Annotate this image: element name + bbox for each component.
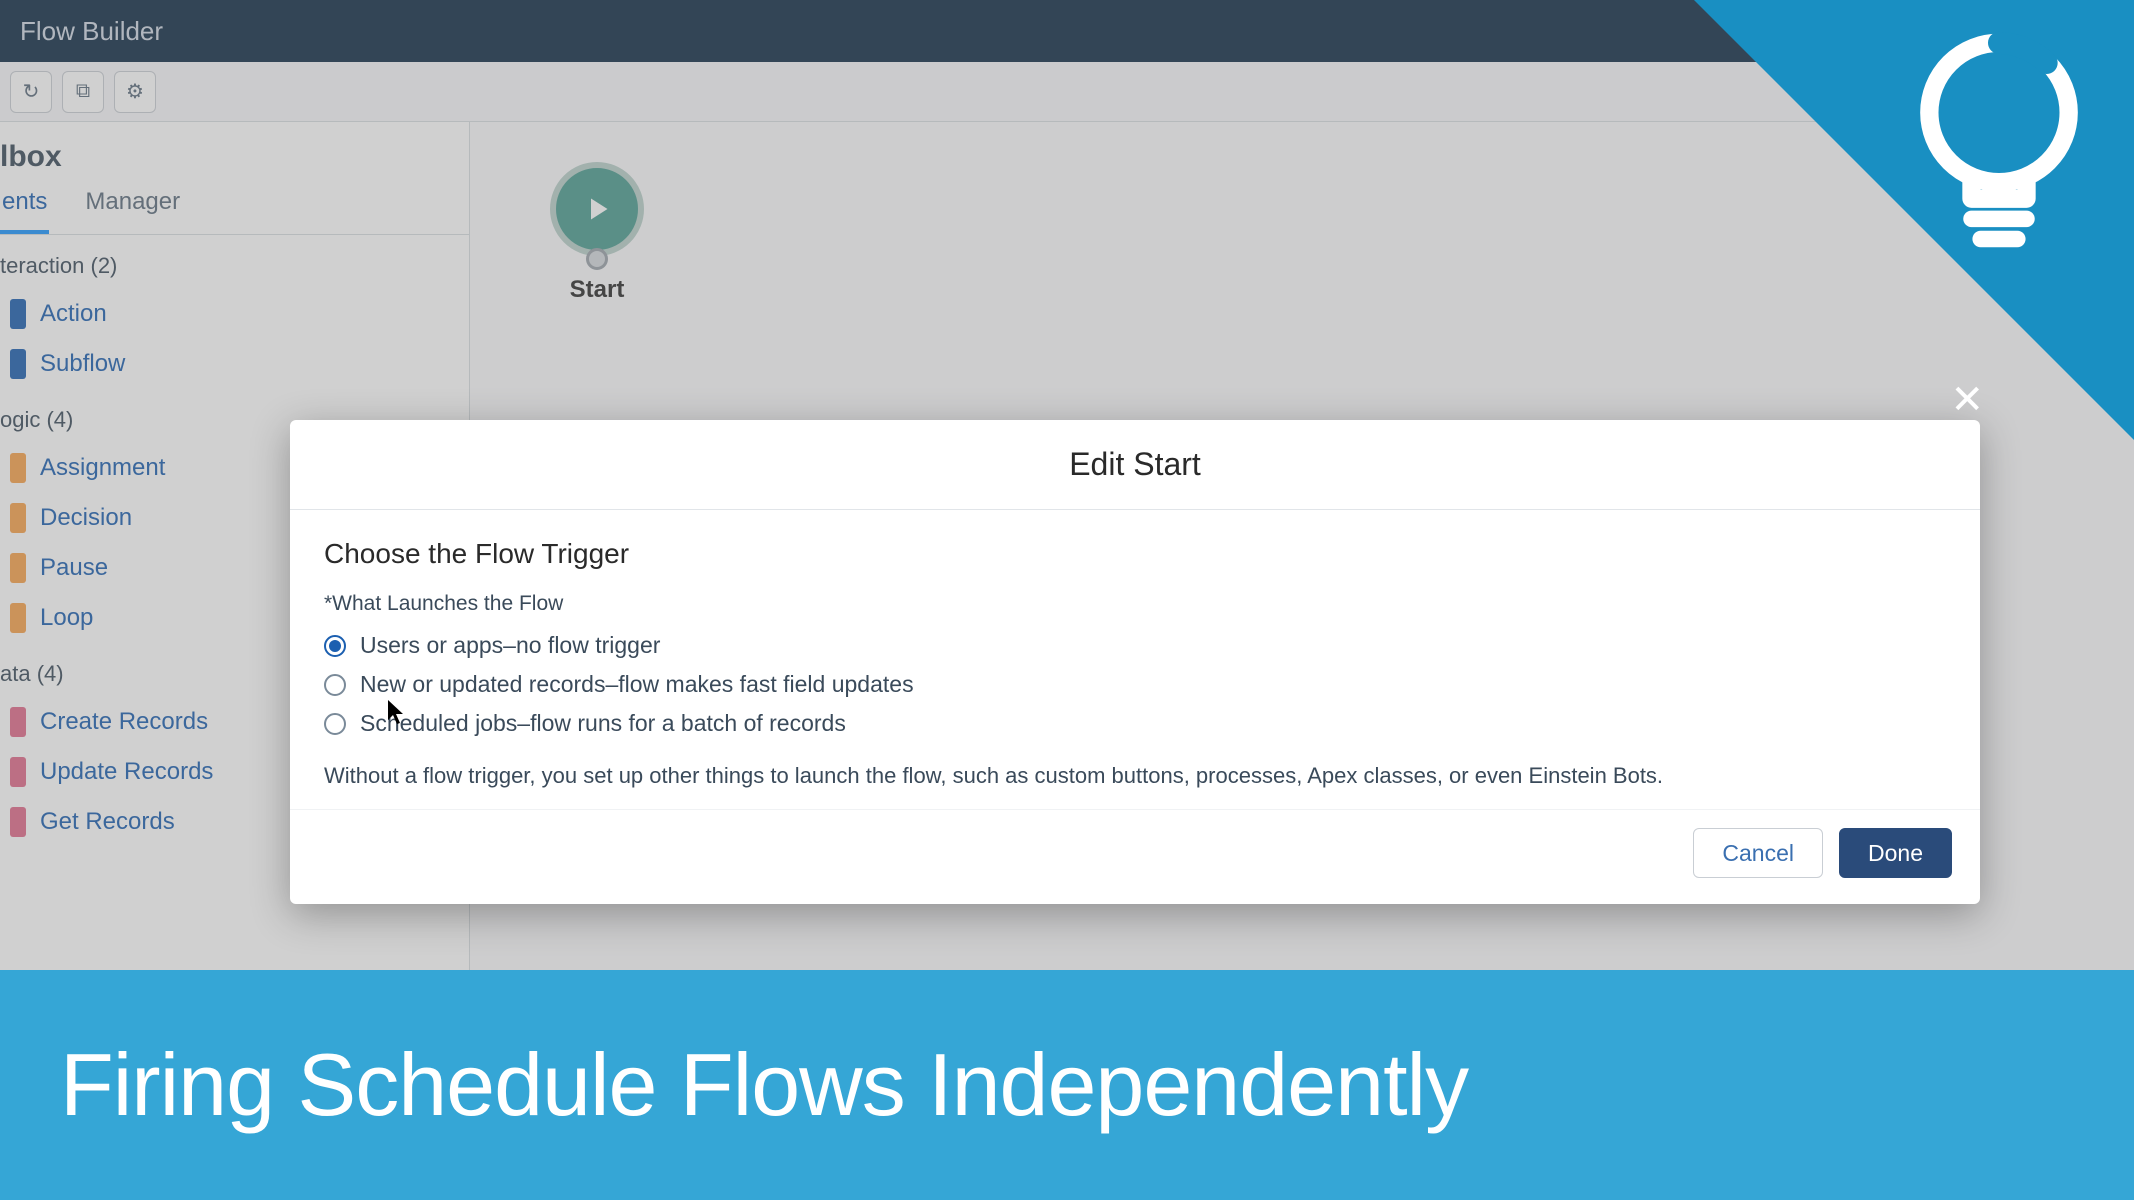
get-records-icon: [10, 807, 26, 837]
edit-start-modal-wrap: ✕ Edit Start Choose the Flow Trigger *Wh…: [290, 420, 1980, 904]
copy-button[interactable]: ⧉: [62, 71, 104, 113]
loop-icon: [10, 603, 26, 633]
cancel-button[interactable]: Cancel: [1693, 828, 1823, 878]
modal-footer: Cancel Done: [290, 809, 1980, 904]
redo-button[interactable]: ↻: [10, 71, 52, 113]
edit-start-modal: Edit Start Choose the Flow Trigger *What…: [290, 420, 1980, 904]
subflow-icon: [10, 349, 26, 379]
update-records-icon: [10, 757, 26, 787]
toolbox-tabs: ents Manager: [0, 188, 469, 235]
modal-title: Edit Start: [290, 446, 1980, 483]
radio-option-users-apps[interactable]: Users or apps–no flow trigger: [324, 626, 1946, 665]
radio-label: Users or apps–no flow trigger: [360, 632, 660, 659]
radio-option-scheduled-jobs[interactable]: Scheduled jobs–flow runs for a batch of …: [324, 704, 1946, 743]
tab-manager[interactable]: Manager: [83, 188, 182, 234]
radio-icon: [324, 674, 346, 696]
pause-icon: [10, 553, 26, 583]
start-node[interactable]: Start: [550, 162, 644, 304]
radio-option-new-updated-records[interactable]: New or updated records–flow makes fast f…: [324, 665, 1946, 704]
start-node-label: Start: [550, 276, 644, 304]
settings-button[interactable]: ⚙: [114, 71, 156, 113]
app-title: Flow Builder: [20, 16, 163, 47]
toolbox-heading: lbox: [0, 122, 469, 188]
mouse-cursor-icon: [388, 700, 408, 732]
help-text: Without a flow trigger, you set up other…: [324, 763, 1946, 789]
banner-title: Firing Schedule Flows Independently: [60, 1034, 1468, 1136]
create-records-icon: [10, 707, 26, 737]
done-button[interactable]: Done: [1839, 828, 1952, 878]
sidebar-item-action[interactable]: Action: [0, 289, 469, 339]
section-title: Choose the Flow Trigger: [324, 538, 1946, 570]
radio-label: New or updated records–flow makes fast f…: [360, 671, 914, 698]
assignment-icon: [10, 453, 26, 483]
start-node-circle: [550, 162, 644, 256]
required-label: *What Launches the Flow: [324, 592, 1946, 616]
tab-elements[interactable]: ents: [0, 188, 49, 234]
start-node-connector[interactable]: [586, 248, 608, 270]
action-icon: [10, 299, 26, 329]
modal-body: Choose the Flow Trigger *What Launches t…: [290, 510, 1980, 809]
lightbulb-icon: [1904, 30, 2094, 255]
decision-icon: [10, 503, 26, 533]
play-icon: [579, 191, 615, 227]
radio-label: Scheduled jobs–flow runs for a batch of …: [360, 710, 846, 737]
radio-icon: [324, 713, 346, 735]
sidebar-item-subflow[interactable]: Subflow: [0, 339, 469, 389]
title-banner: Firing Schedule Flows Independently: [0, 970, 2134, 1200]
radio-icon: [324, 635, 346, 657]
group-interaction: teraction (2): [0, 235, 469, 289]
